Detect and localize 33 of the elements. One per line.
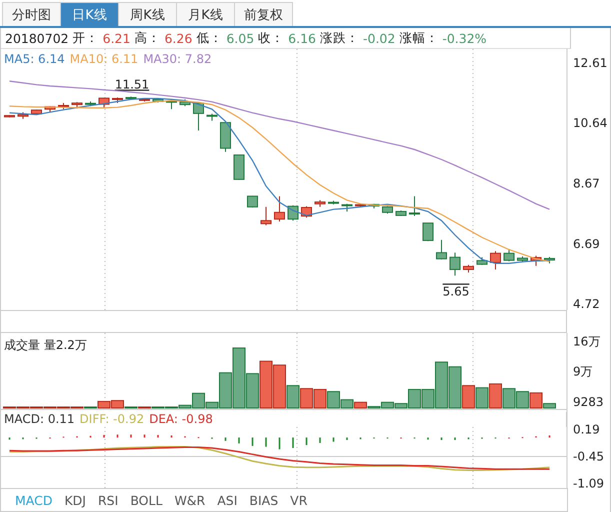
axis-label: 10.64 — [573, 116, 608, 130]
quote-value: 6.05 — [226, 30, 254, 46]
price-extreme-label: 5.65 — [442, 284, 470, 299]
quote-value: -0.32% — [442, 30, 487, 46]
quote-label: 涨幅： — [399, 30, 438, 46]
moving-average-value: MA5: 6.14 — [4, 52, 65, 66]
axis-label: 4.72 — [573, 297, 600, 311]
axis-label: 9万 — [573, 364, 593, 378]
quote-label: 收： — [258, 30, 284, 46]
indicator-value: DIFF: -0.92 — [80, 412, 144, 427]
price-extreme-label: 11.51 — [114, 78, 150, 92]
quote-label: 高： — [134, 30, 160, 46]
quote-label: 涨跌： — [320, 30, 359, 46]
axis-label: 12.61 — [573, 56, 608, 70]
axis-label: 8.67 — [573, 176, 600, 190]
quote-value: 6.16 — [288, 30, 316, 46]
quote-label: 低： — [196, 30, 222, 46]
quote-label: 开： — [72, 30, 99, 46]
axis-label: 16万 — [573, 334, 600, 349]
quote-value: 6.26 — [164, 30, 192, 46]
axis-label: 6.69 — [573, 236, 600, 251]
axis-label: 0.19 — [573, 422, 600, 437]
axis-label: -1.09 — [573, 476, 604, 490]
indicator-value: DEA: -0.98 — [149, 412, 213, 427]
indicator-value: MACD: 0.11 — [4, 412, 75, 427]
quote-date: 20180702 — [5, 30, 69, 46]
quote-value: 6.21 — [102, 30, 130, 46]
axis-label: 9283 — [573, 395, 604, 409]
axis-label: -0.45 — [573, 449, 604, 464]
moving-average-value: MA30: 7.82 — [143, 52, 212, 66]
quote-value: -0.02 — [363, 30, 396, 46]
volume-label: 成交量 量2.2万 — [4, 337, 87, 354]
moving-average-value: MA10: 6.11 — [70, 52, 138, 66]
